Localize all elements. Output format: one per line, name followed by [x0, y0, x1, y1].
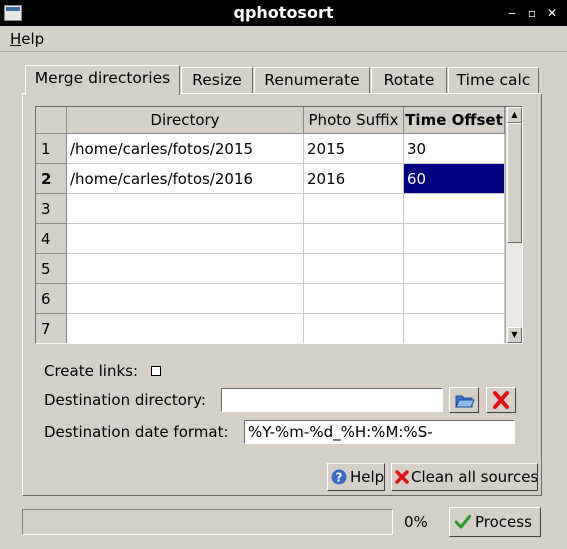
table-vertical-scrollbar[interactable]: ▲ ▼ — [505, 107, 522, 343]
tab-resize[interactable]: Resize — [181, 67, 253, 93]
directory-cell[interactable] — [67, 284, 304, 314]
create-links-label: Create links: — [44, 362, 139, 380]
directory-cell[interactable] — [67, 224, 304, 254]
tab-time-calc[interactable]: Time calc — [448, 67, 539, 93]
destination-directory-input[interactable] — [221, 388, 443, 412]
photo-suffix-cell[interactable]: 2015 — [304, 134, 404, 164]
help-button-label: Help — [350, 468, 385, 486]
clean-all-sources-label: Clean all sources — [411, 468, 538, 486]
destination-date-format-label: Destination date format: — [44, 423, 229, 441]
time-offset-cell[interactable]: 60 — [404, 164, 505, 194]
close-button[interactable]: ✕ — [543, 3, 561, 23]
row-header[interactable]: 5 — [36, 254, 67, 284]
progress-percent: 0% — [404, 513, 428, 531]
window-title: qphotosort — [233, 3, 334, 22]
menu-bar: Help — [0, 26, 567, 52]
destination-date-format-input[interactable]: %Y-%m-%d_%H:%M:%S- — [244, 420, 515, 444]
progress-bar — [22, 509, 393, 535]
time-offset-cell[interactable]: 30 — [404, 134, 505, 164]
photo-suffix-cell[interactable] — [304, 284, 404, 314]
scroll-down-arrow-icon[interactable]: ▼ — [507, 327, 522, 343]
menu-help[interactable]: Help — [8, 29, 46, 49]
row-header[interactable]: 7 — [36, 314, 67, 343]
directory-cell[interactable]: /home/carles/fotos/2016 — [67, 164, 304, 194]
app-icon — [4, 5, 22, 21]
row-header[interactable]: 1 — [36, 134, 67, 164]
table-corner — [36, 107, 67, 134]
time-offset-cell[interactable] — [404, 284, 505, 314]
directory-cell[interactable] — [67, 314, 304, 343]
scroll-up-arrow-icon[interactable]: ▲ — [507, 107, 522, 123]
column-header-directory[interactable]: Directory — [67, 107, 304, 134]
maximize-button[interactable]: ▫ — [523, 3, 541, 23]
time-offset-cell[interactable] — [404, 254, 505, 284]
photo-suffix-cell[interactable] — [304, 194, 404, 224]
tab-merge-directories[interactable]: Merge directories — [25, 65, 180, 95]
photo-suffix-cell[interactable] — [304, 254, 404, 284]
photo-suffix-cell[interactable]: 2016 — [304, 164, 404, 194]
help-button[interactable]: ? Help — [327, 463, 385, 491]
menu-help-label: elp — [21, 30, 45, 48]
photo-suffix-cell[interactable] — [304, 314, 404, 343]
tab-rotate[interactable]: Rotate — [371, 67, 447, 93]
column-header-photo-suffix[interactable]: Photo Suffix — [304, 107, 404, 134]
row-header[interactable]: 4 — [36, 224, 67, 254]
directories-table[interactable]: Directory Photo Suffix Time Offset 1/hom… — [35, 106, 523, 344]
red-x-icon — [395, 470, 409, 484]
svg-text:?: ? — [336, 471, 343, 485]
row-header[interactable]: 2 — [36, 164, 67, 194]
red-x-icon — [493, 391, 509, 409]
directory-cell[interactable]: /home/carles/fotos/2015 — [67, 134, 304, 164]
process-button-label: Process — [475, 513, 532, 531]
time-offset-cell[interactable] — [404, 194, 505, 224]
photo-suffix-cell[interactable] — [304, 224, 404, 254]
clean-all-sources-button[interactable]: Clean all sources — [391, 463, 538, 491]
column-header-time-offset[interactable]: Time Offset — [404, 107, 505, 134]
menu-help-mnemonic: H — [10, 30, 22, 48]
time-offset-cell[interactable] — [404, 224, 505, 254]
clear-directory-button[interactable] — [486, 387, 516, 413]
row-header[interactable]: 3 — [36, 194, 67, 224]
check-icon — [455, 515, 471, 529]
row-header[interactable]: 6 — [36, 284, 67, 314]
directory-cell[interactable] — [67, 254, 304, 284]
time-offset-cell[interactable] — [404, 314, 505, 343]
process-button[interactable]: Process — [449, 507, 541, 537]
browse-directory-button[interactable] — [449, 387, 479, 413]
scroll-thumb[interactable] — [507, 123, 522, 243]
minimize-button[interactable]: ‒ — [503, 3, 521, 23]
destination-directory-label: Destination directory: — [44, 391, 206, 409]
create-links-checkbox[interactable] — [151, 366, 161, 376]
directory-cell[interactable] — [67, 194, 304, 224]
help-icon: ? — [331, 469, 347, 485]
folder-open-icon — [455, 395, 475, 408]
title-bar: qphotosort ‒ ▫ ✕ — [0, 0, 567, 26]
tab-renumerate[interactable]: Renumerate — [254, 67, 370, 93]
